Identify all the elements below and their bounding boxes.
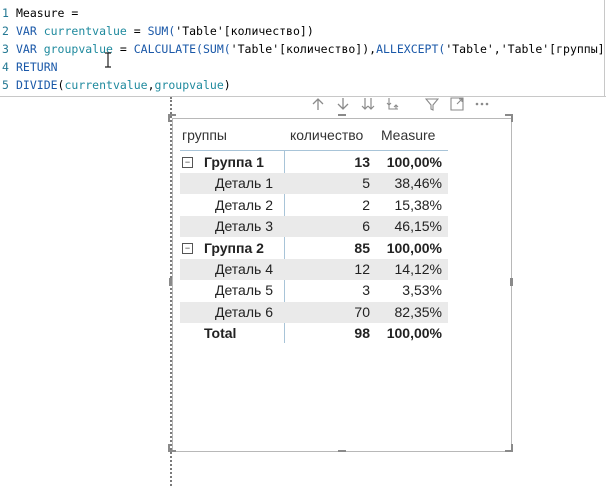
measure-cell: 82,35% <box>394 303 442 320</box>
column-header-qty[interactable]: количество <box>290 122 363 152</box>
code-token: Measure = <box>16 6 79 20</box>
resize-handle-top-right[interactable] <box>511 114 513 122</box>
detail-row[interactable]: Деталь 4 12 14,12% <box>180 259 448 280</box>
formula-editor[interactable]: 1 Measure = 2 VAR currentvalue = SUM('Table… <box>0 0 606 97</box>
arrow-down-icon[interactable] <box>335 96 351 112</box>
qty-cell: 85 <box>354 239 370 256</box>
code-token: = <box>126 24 148 38</box>
qty-cell: 6 <box>362 218 370 235</box>
resize-handle-bottom-left[interactable] <box>168 444 170 452</box>
row-label: Деталь 2 <box>215 196 273 213</box>
code-token: , <box>147 78 155 92</box>
focus-mode-icon[interactable] <box>449 96 465 112</box>
row-label: Деталь 4 <box>215 261 273 277</box>
column-header-measure[interactable]: Measure <box>381 122 435 152</box>
code-token: 'Table' <box>175 24 224 38</box>
code-token: VAR <box>16 24 44 38</box>
more-options-icon[interactable] <box>474 96 490 112</box>
qty-cell: 98 <box>354 325 370 342</box>
code-token: currentvalue <box>43 24 127 38</box>
measure-cell: 46,15% <box>394 218 442 235</box>
measure-cell: 38,46% <box>394 175 442 192</box>
code-line[interactable]: 2 VAR currentvalue = SUM('Table'[количест… <box>0 22 314 40</box>
resize-handle-top-left[interactable] <box>168 114 170 122</box>
detail-row[interactable]: Деталь 5 3 3,53% <box>180 280 448 301</box>
row-label: Деталь 6 <box>215 303 273 320</box>
code-token: groupvalue <box>154 78 224 92</box>
visual-header-toolbar <box>310 96 490 112</box>
code-line[interactable]: 3 VAR groupvalue = CALCULATE(SUM('Table'[… <box>0 40 606 58</box>
code-token: ) <box>223 78 231 92</box>
line-number: 3 <box>2 42 9 56</box>
measure-cell: 15,38% <box>394 196 442 213</box>
arrow-up-icon[interactable] <box>310 96 326 112</box>
detail-row[interactable]: Деталь 1 5 38,46% <box>180 173 448 195</box>
detail-row[interactable]: Деталь 2 2 15,38% <box>180 195 448 216</box>
code-token: [количество]) <box>223 24 314 38</box>
line-number: 1 <box>2 6 9 20</box>
code-line[interactable]: 4 RETURN <box>0 58 58 76</box>
column-header-group[interactable]: группы <box>182 122 227 152</box>
qty-cell: 3 <box>362 282 370 299</box>
header-divider <box>180 150 448 151</box>
code-token: VAR <box>16 42 44 56</box>
measure-cell: 100,00% <box>386 325 442 342</box>
code-token: groupvalue <box>43 42 113 56</box>
editor-border <box>0 96 606 97</box>
collapse-icon[interactable]: − <box>182 157 193 168</box>
group-row[interactable]: − Группа 2 85 100,00% <box>180 238 448 259</box>
code-token: = <box>112 42 134 56</box>
line-number: 5 <box>2 78 9 92</box>
code-token: currentvalue <box>64 78 148 92</box>
code-line[interactable]: 5 DIVIDE(currentvalue,groupvalue) <box>0 76 231 94</box>
qty-cell: 2 <box>362 196 370 213</box>
row-label: Деталь 1 <box>215 175 273 192</box>
resize-handle-bottom-right[interactable] <box>511 444 513 452</box>
measure-cell: 3,53% <box>402 282 442 299</box>
qty-cell: 13 <box>354 154 370 170</box>
measure-cell: 100,00% <box>386 239 442 256</box>
qty-cell: 5 <box>362 175 370 192</box>
qty-cell: 70 <box>354 303 370 320</box>
code-line[interactable]: 1 Measure = <box>0 4 78 22</box>
row-label: Деталь 3 <box>215 218 273 235</box>
line-number: 4 <box>2 60 9 74</box>
row-label: Total <box>204 325 237 342</box>
resize-handle-left[interactable] <box>169 278 172 286</box>
total-row[interactable]: Total 98 100,00% <box>180 323 448 344</box>
row-label: Группа 1 <box>204 154 264 170</box>
code-token: SUM( <box>147 24 176 38</box>
code-token: RETURN <box>16 60 58 74</box>
text-cursor-icon <box>105 52 111 68</box>
row-label: Группа 2 <box>204 239 264 256</box>
qty-cell: 12 <box>354 261 370 277</box>
detail-row[interactable]: Деталь 3 6 46,15% <box>180 216 448 238</box>
code-token: 'Table','Table'[группы])) <box>445 42 606 56</box>
measure-cell: 14,12% <box>394 261 442 277</box>
row-label: Деталь 5 <box>215 282 273 299</box>
code-token: CALCULATE(SUM( <box>133 42 231 56</box>
resize-handle-top[interactable] <box>338 114 346 116</box>
measure-cell: 100,00% <box>386 154 442 170</box>
filter-icon[interactable] <box>424 96 440 112</box>
double-arrow-down-icon[interactable] <box>360 96 376 112</box>
resize-handle-bottom[interactable] <box>338 450 346 452</box>
expand-hierarchy-icon[interactable] <box>385 96 401 112</box>
code-token: 'Table'[количество]), <box>230 42 377 56</box>
group-row[interactable]: − Группа 1 13 100,00% <box>180 152 448 173</box>
line-number: 2 <box>2 24 9 38</box>
resize-handle-right[interactable] <box>510 278 513 286</box>
code-token: ALLEXCEPT( <box>376 42 446 56</box>
detail-row[interactable]: Деталь 6 70 82,35% <box>180 301 448 323</box>
collapse-icon[interactable]: − <box>182 242 193 254</box>
code-token: DIVIDE <box>16 78 58 92</box>
